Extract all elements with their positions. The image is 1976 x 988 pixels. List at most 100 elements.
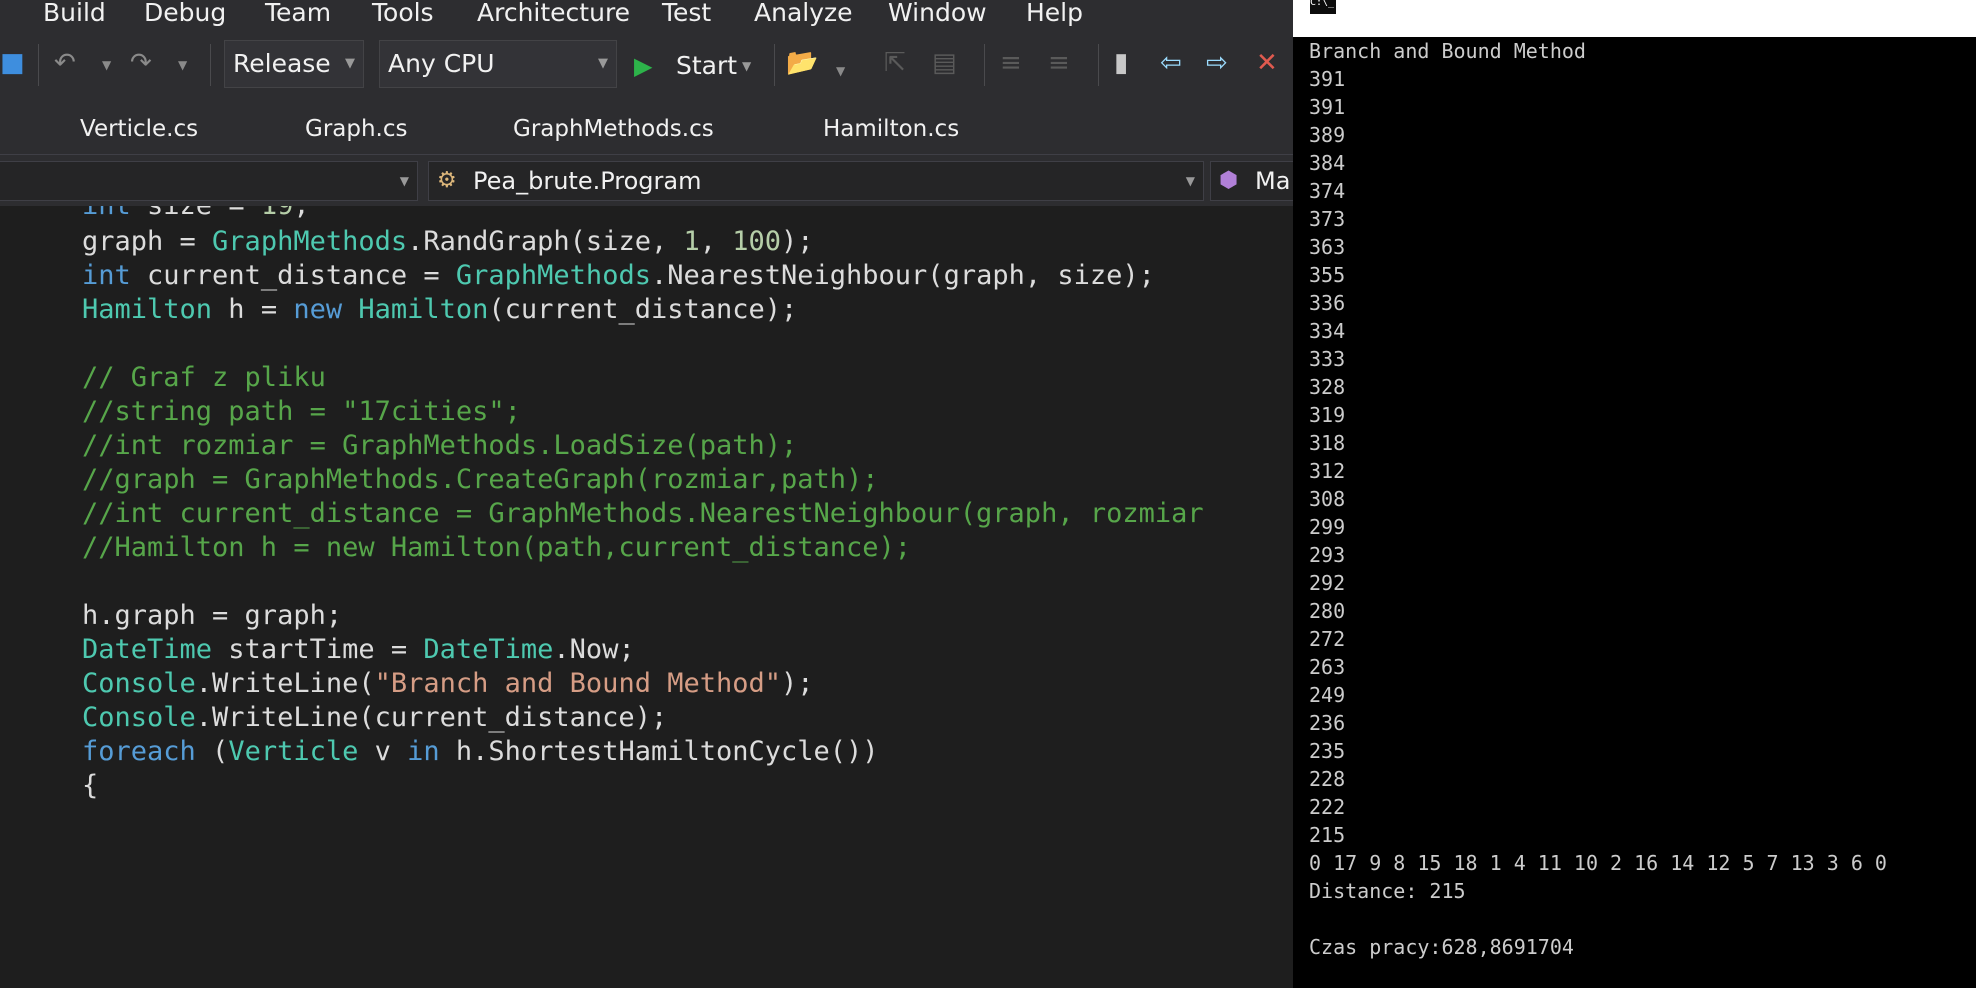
bookmark-icon[interactable]: ▮ <box>1114 48 1128 78</box>
console-line: 389 <box>1309 123 1346 147</box>
console-line: 373 <box>1309 207 1346 231</box>
menu-debug[interactable]: Debug <box>144 0 226 28</box>
code-text: int current_distance = GraphMethods.Near… <box>82 260 1155 291</box>
previous-bookmark-icon[interactable]: ⇦ <box>1160 48 1182 78</box>
member-selector-value: Ma <box>1255 167 1291 195</box>
code-comment: //int current_distance = GraphMethods.Ne… <box>82 498 1204 529</box>
console-line: 228 <box>1309 767 1346 791</box>
tab-graphmethods[interactable]: GraphMethods.cs <box>513 116 714 142</box>
console-output: Branch and Bound Method 391 391 389 384 374 37… <box>1309 37 1887 961</box>
console-line: 318 <box>1309 431 1346 455</box>
code-line: Console.WriteLine("Branch and Bound Meth… <box>82 666 814 702</box>
console-line: 215 <box>1309 823 1346 847</box>
tab-graph[interactable]: Graph.cs <box>305 116 408 142</box>
code-line: //int rozmiar = GraphMethods.LoadSize(pa… <box>82 428 797 464</box>
console-line: 374 <box>1309 179 1346 203</box>
start-label: Start <box>676 51 738 80</box>
console-line: 235 <box>1309 739 1346 763</box>
next-bookmark-icon[interactable]: ⇨ <box>1206 48 1228 78</box>
configuration-select[interactable]: Release ▼ <box>224 40 364 88</box>
code-line: Hamilton h = new Hamilton(current_distan… <box>82 292 797 328</box>
console-line: 236 <box>1309 711 1346 735</box>
code-line: int size = 19; <box>82 206 310 224</box>
console-line: Czas pracy:628,8691704 <box>1309 935 1574 959</box>
platform-select[interactable]: Any CPU ▼ <box>379 40 617 88</box>
code-text: DateTime startTime = DateTime.Now; <box>82 634 635 665</box>
console-line: 293 <box>1309 543 1346 567</box>
console-line: 292 <box>1309 571 1346 595</box>
method-icon: ⬢ <box>1219 168 1239 193</box>
code-line: //int current_distance = GraphMethods.Ne… <box>82 496 1204 532</box>
platform-value: Any CPU <box>388 49 495 78</box>
code-line: DateTime startTime = DateTime.Now; <box>82 632 635 668</box>
redo-icon[interactable]: ↷ <box>130 48 152 78</box>
code-line: //Hamilton h = new Hamilton(path,current… <box>82 530 911 566</box>
code-comment: //graph = GraphMethods.CreateGraph(rozmi… <box>82 464 879 495</box>
code-text: { <box>82 770 99 801</box>
code-text: h.graph = graph; <box>82 600 343 631</box>
class-icon: ⚙ <box>437 168 457 193</box>
code-text: Hamilton h = new Hamilton(current_distan… <box>82 294 798 325</box>
menu-test[interactable]: Test <box>662 0 711 28</box>
project-selector[interactable]: ▼ <box>0 161 418 201</box>
code-line: // Graf z pliku <box>82 360 326 396</box>
navigate-icon[interactable]: ⇱ <box>884 48 906 78</box>
code-text: Console.WriteLine(current_distance); <box>82 702 668 733</box>
console-line: 333 <box>1309 347 1346 371</box>
code-line: //string path = "17cities"; <box>82 394 521 430</box>
tab-verticle[interactable]: Verticle.cs <box>80 116 198 142</box>
document-tab-bar: Verticle.cs Graph.cs GraphMethods.cs Ham… <box>0 104 1293 154</box>
menu-help[interactable]: Help <box>1026 0 1083 28</box>
console-line: 249 <box>1309 683 1346 707</box>
console-window: C:\_ Branch and Bound Method 391 391 389 384… <box>1293 0 1976 988</box>
toolbar-separator <box>210 44 211 86</box>
tab-hamilton[interactable]: Hamilton.cs <box>823 116 959 142</box>
code-line: //graph = GraphMethods.CreateGraph(rozmi… <box>82 462 879 498</box>
code-line: h.graph = graph; <box>82 598 342 634</box>
toolbar-separator <box>1098 44 1099 86</box>
console-line: 312 <box>1309 459 1346 483</box>
code-line: { <box>82 768 98 804</box>
clear-bookmarks-icon[interactable]: ✕ <box>1256 48 1278 78</box>
chevron-down-icon[interactable]: ▼ <box>836 56 845 86</box>
uncomment-lines-icon[interactable]: ≡ <box>1048 48 1070 78</box>
redo-dropdown-icon[interactable]: ▼ <box>178 50 187 80</box>
code-text: graph = GraphMethods.RandGraph(size, 1, … <box>82 226 814 257</box>
code-line: Console.WriteLine(current_distance); <box>82 700 667 736</box>
code-comment: //int rozmiar = GraphMethods.LoadSize(pa… <box>82 430 798 461</box>
save-all-icon[interactable]: ■ <box>0 48 25 78</box>
find-in-files-icon[interactable]: 📂 <box>786 48 818 78</box>
chevron-down-icon: ▼ <box>399 174 409 188</box>
code-line: foreach (Verticle v in h.ShortestHamilto… <box>82 734 879 770</box>
comment-lines-icon[interactable]: ≡ <box>1000 48 1022 78</box>
console-line: 0 17 9 8 15 18 1 4 11 10 2 16 14 12 5 7 … <box>1309 851 1887 875</box>
chevron-down-icon: ▼ <box>598 56 608 71</box>
type-selector[interactable]: ⚙ Pea_brute.Program ▼ <box>428 161 1204 201</box>
console-line: Branch and Bound Method <box>1309 39 1586 63</box>
menu-tools[interactable]: Tools <box>372 0 434 28</box>
code-line: int current_distance = GraphMethods.Near… <box>82 258 1155 294</box>
visual-studio-window: Build Debug Team Tools Architecture Test… <box>0 0 1293 988</box>
code-text: Console.WriteLine("Branch and Bound Meth… <box>82 668 814 699</box>
member-selector[interactable]: ⬢ Ma <box>1210 161 1293 201</box>
toolbar-separator <box>984 44 985 86</box>
code-editor[interactable]: // Losowanie grafuint size = 19;graph = … <box>0 206 1293 988</box>
console-line: 272 <box>1309 627 1346 651</box>
undo-icon[interactable]: ↶ <box>54 48 76 78</box>
window-layout-icon[interactable]: ▤ <box>932 48 957 78</box>
menu-build[interactable]: Build <box>43 0 106 28</box>
console-line: 319 <box>1309 403 1346 427</box>
chevron-down-icon: ▼ <box>345 56 355 71</box>
undo-dropdown-icon[interactable]: ▼ <box>102 50 111 80</box>
code-comment: // Graf z pliku <box>82 362 326 393</box>
menu-analyze[interactable]: Analyze <box>754 0 853 28</box>
start-button[interactable]: ▶ Start ▼ <box>634 40 760 92</box>
menu-architecture[interactable]: Architecture <box>477 0 630 28</box>
menu-team[interactable]: Team <box>265 0 331 28</box>
code-comment: //string path = "17cities"; <box>82 396 521 427</box>
menu-window[interactable]: Window <box>888 0 987 28</box>
console-line: 222 <box>1309 795 1346 819</box>
console-line: 336 <box>1309 291 1346 315</box>
toolbar-separator <box>774 44 775 86</box>
